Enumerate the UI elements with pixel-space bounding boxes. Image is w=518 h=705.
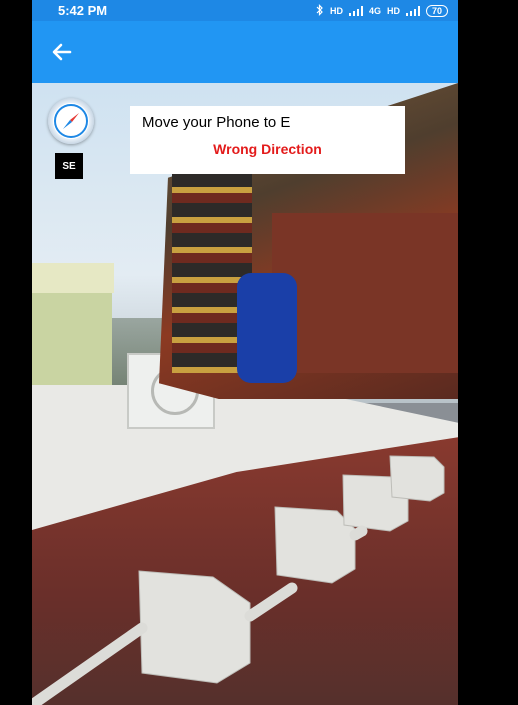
instruction-text: Move your Phone to E: [142, 114, 291, 131]
network-label-3: HD: [386, 5, 400, 16]
status-time: 5:42 PM: [58, 3, 108, 18]
network-label-1: HD: [329, 5, 343, 16]
camera-view: SE Move your Phone to E Wrong Direction: [32, 83, 458, 705]
rooftop-pipes: [32, 455, 445, 705]
network-label-2: 4G: [368, 5, 381, 16]
app-bar: [32, 21, 458, 83]
battery-icon: 70: [425, 4, 448, 17]
heading-badge: SE: [55, 153, 83, 179]
phone-screen: 5:42 PM HD 4G HD 70 SE Move your Phone t…: [32, 0, 458, 705]
direction-message-box: Move your Phone to E Wrong Direction: [130, 106, 405, 174]
arrow-left-icon[interactable]: [48, 38, 76, 66]
signal-icon-2: [405, 5, 420, 16]
status-bar: 5:42 PM HD 4G HD 70: [32, 0, 458, 21]
wrong-direction-text: Wrong Direction: [213, 141, 322, 157]
bluetooth-icon: [316, 3, 324, 18]
signal-icon: [348, 5, 363, 16]
compass-icon[interactable]: [48, 98, 94, 144]
status-icons: HD 4G HD 70: [316, 3, 448, 18]
